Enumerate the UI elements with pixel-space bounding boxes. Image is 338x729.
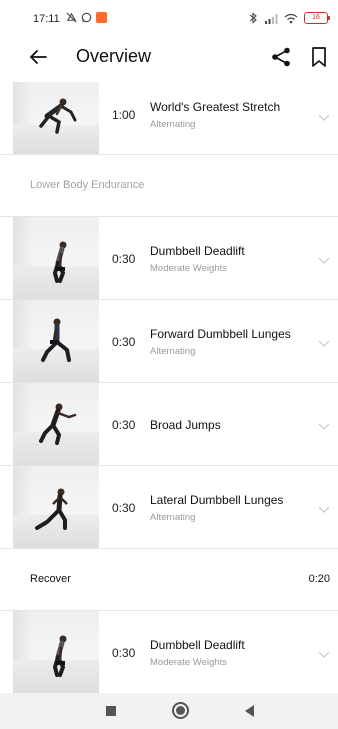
section-title: Lower Body Endurance: [30, 179, 145, 191]
exercise-row[interactable]: 0:30 Forward Dumbbell Lunges Alternating: [0, 299, 338, 382]
page-title: Overview: [76, 46, 152, 66]
wifi-icon: [284, 13, 298, 23]
exercise-subtitle: Alternating: [150, 119, 196, 130]
status-time: 17:11: [33, 13, 60, 25]
exercise-thumbnail: [13, 383, 99, 465]
recover-time: 0:20: [308, 573, 330, 585]
nav-back-icon[interactable]: [245, 705, 254, 717]
exercise-title: Dumbbell Deadlift: [150, 244, 245, 258]
recent-apps-icon[interactable]: [106, 706, 116, 716]
exercise-thumbnail: [13, 466, 99, 548]
share-icon[interactable]: [270, 46, 292, 68]
exercise-title: Dumbbell Deadlift: [150, 638, 245, 652]
exercise-subtitle: Alternating: [150, 512, 196, 523]
section-header: Lower Body Endurance: [0, 154, 338, 216]
exercise-subtitle: Moderate Weights: [150, 657, 227, 668]
status-notification-icons: [66, 12, 107, 23]
arrow-left-icon[interactable]: [26, 45, 50, 69]
exercise-row[interactable]: 0:30 Dumbbell Deadlift Moderate Weights: [0, 610, 338, 693]
exercise-row[interactable]: 0:30 Dumbbell Deadlift Moderate Weights: [0, 216, 338, 299]
exercise-thumbnail: [13, 300, 99, 382]
exercise-duration: 1:00: [112, 108, 136, 122]
exercise-subtitle: Moderate Weights: [150, 263, 227, 274]
exercise-duration: 0:30: [112, 501, 136, 515]
exercise-subtitle: Alternating: [150, 346, 196, 357]
exercise-title: World's Greatest Stretch: [150, 100, 281, 114]
chevron-down-icon[interactable]: [318, 423, 330, 431]
signal-icon: [265, 13, 278, 24]
exercise-duration: 0:30: [112, 252, 136, 266]
chevron-down-icon[interactable]: [318, 651, 330, 659]
bluetooth-icon: [249, 12, 257, 24]
exercise-duration: 0:30: [112, 646, 136, 660]
recover-row: Recover 0:20: [0, 548, 338, 610]
exercise-thumbnail: [13, 82, 99, 154]
battery-icon: 16: [304, 12, 330, 24]
app-notification-icon: [96, 12, 107, 23]
status-system-icons: 16: [248, 12, 330, 24]
recover-label: Recover: [30, 573, 71, 585]
app-header: Overview: [0, 32, 338, 82]
home-icon[interactable]: [172, 702, 189, 719]
exercise-row[interactable]: 0:30 Lateral Dumbbell Lunges Alternating: [0, 465, 338, 548]
chevron-down-icon[interactable]: [318, 114, 330, 122]
system-nav-bar: [0, 693, 338, 729]
exercise-duration: 0:30: [112, 335, 136, 349]
bookmark-icon[interactable]: [310, 46, 328, 68]
chevron-down-icon[interactable]: [318, 506, 330, 514]
exercise-duration: 0:30: [112, 418, 136, 432]
chevron-down-icon[interactable]: [318, 340, 330, 348]
exercise-title: Lateral Dumbbell Lunges: [150, 493, 284, 507]
silent-icon: [66, 12, 77, 23]
workout-list: 1:00 World's Greatest Stretch Alternatin…: [0, 82, 338, 729]
exercise-row[interactable]: 0:30 Broad Jumps: [0, 382, 338, 465]
exercise-row[interactable]: 1:00 World's Greatest Stretch Alternatin…: [0, 82, 338, 154]
exercise-thumbnail: [13, 217, 99, 299]
exercise-thumbnail: [13, 611, 99, 693]
exercise-title: Forward Dumbbell Lunges: [150, 327, 291, 341]
whatsapp-icon: [81, 12, 92, 23]
chevron-down-icon[interactable]: [318, 257, 330, 265]
exercise-title: Broad Jumps: [150, 418, 221, 432]
status-bar: 17:11 16: [0, 0, 338, 32]
